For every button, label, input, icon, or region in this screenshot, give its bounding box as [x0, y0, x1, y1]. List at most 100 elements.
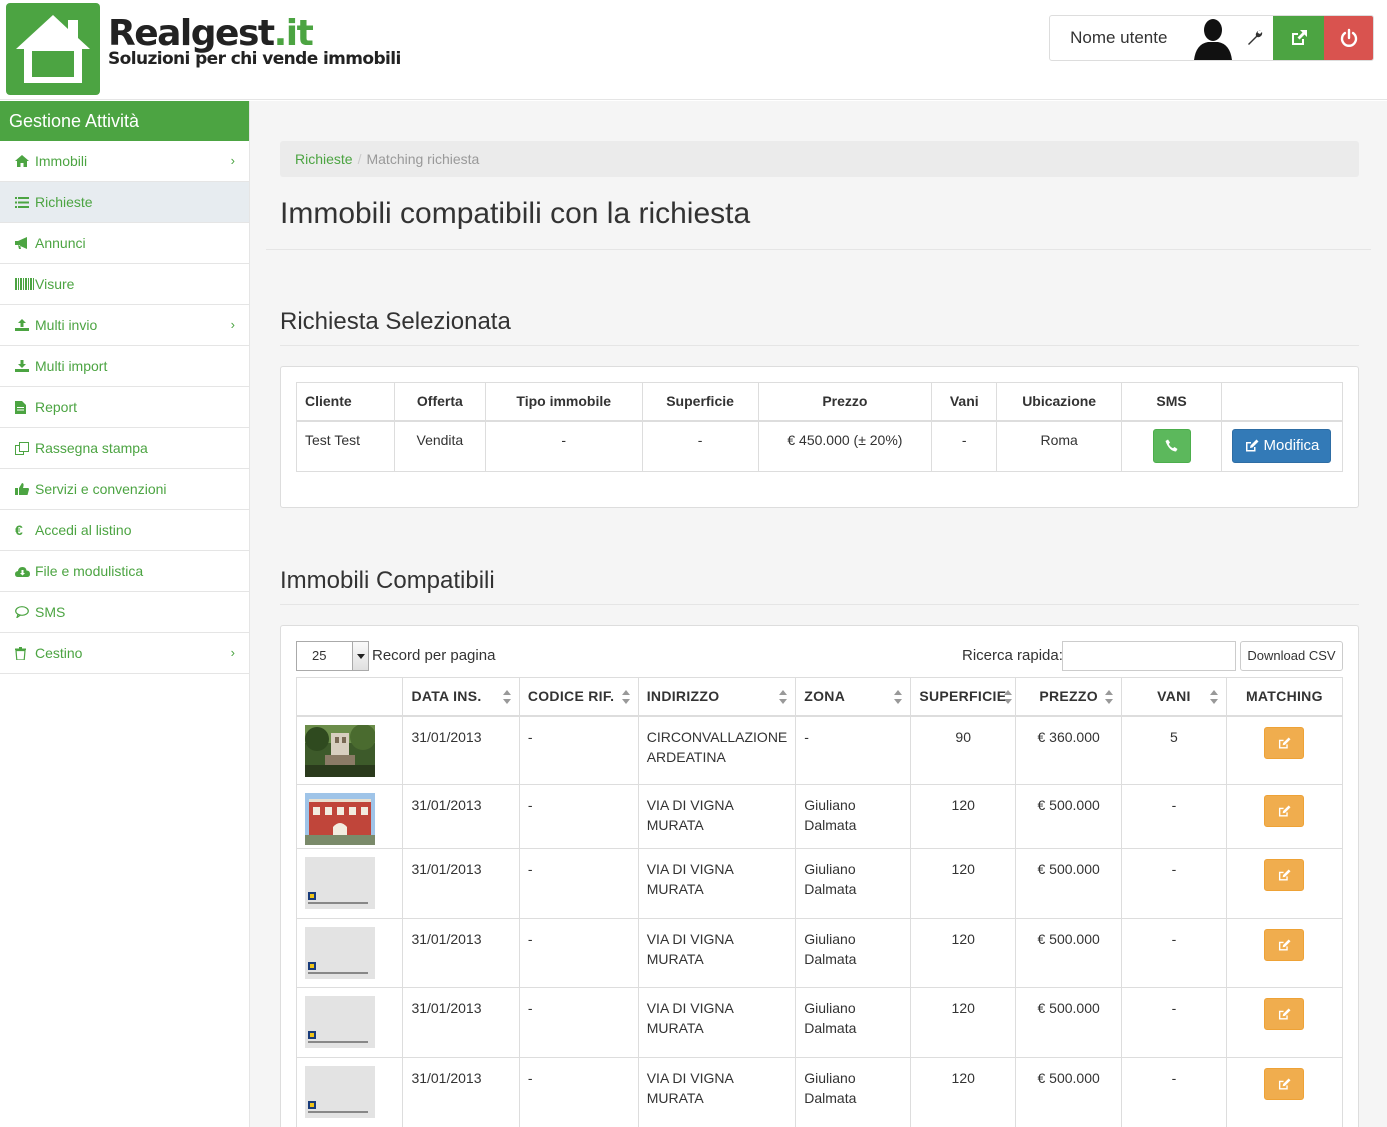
col-codice-rif[interactable]: CODICE RIF.: [518, 677, 639, 717]
sidebar-item-report[interactable]: Report: [0, 387, 249, 428]
cell-superficie: 120: [910, 784, 1017, 849]
table-row[interactable]: 31/01/2013- VIA DI VIGNA MURATA Giuliano D…: [295, 918, 1344, 988]
matching-edit-button[interactable]: [1264, 1068, 1305, 1100]
table-row[interactable]: 31/01/2013- CIRCONVALLAZIONE ARDEATINA -90…: [295, 715, 1344, 785]
property-thumbnail[interactable]: [305, 793, 375, 845]
sidebar-item-file-modulistica[interactable]: File e modulistica: [0, 551, 249, 592]
sidebar-item-servizi[interactable]: Servizi e convenzioni: [0, 469, 249, 510]
sidebar-item-annunci[interactable]: Annunci: [0, 223, 249, 264]
sidebar-item-label: Richieste: [35, 194, 93, 210]
comment-icon: [15, 606, 35, 618]
user-name[interactable]: Nome utente: [1050, 16, 1188, 60]
cloud-download-icon: [15, 566, 35, 577]
compat-table-body: 31/01/2013- CIRCONVALLAZIONE ARDEATINA -90…: [295, 715, 1344, 1127]
modifica-button[interactable]: Modifica: [1232, 428, 1332, 463]
quick-search-label: Ricerca rapida:: [962, 647, 1063, 664]
breadcrumb-link-richieste[interactable]: Richieste: [295, 151, 353, 167]
table-header-row: DATA INS. CODICE RIF. INDIRIZZO ZONA SUP…: [295, 677, 1344, 717]
matching-edit-button[interactable]: [1264, 998, 1305, 1030]
col-prezzo: Prezzo: [757, 382, 933, 422]
sidebar-item-immobili[interactable]: Immobili ›: [0, 141, 249, 182]
sidebar: Gestione Attività Immobili › Richieste A…: [0, 101, 250, 1127]
cell-indirizzo: VIA DI VIGNA MURATA: [637, 987, 797, 1058]
wrench-icon[interactable]: [1237, 16, 1273, 60]
table-header-row: Cliente Offerta Tipo immobile Superficie…: [296, 382, 1344, 422]
sidebar-item-label: Accedi al listino: [35, 522, 132, 538]
col-cliente: Cliente: [296, 382, 395, 422]
cell-vani: -: [1121, 784, 1227, 849]
cell-indirizzo: VIA DI VIGNA MURATA: [637, 848, 797, 919]
edit-icon: [1278, 736, 1291, 749]
cell-prezzo: € 500.000: [1015, 918, 1123, 988]
col-superficie[interactable]: SUPERFICIE: [910, 677, 1017, 717]
edit-icon: [1278, 1008, 1291, 1020]
cell-indirizzo: VIA DI VIGNA MURATA: [637, 1057, 797, 1127]
chevron-right-icon: ›: [230, 153, 235, 168]
sms-phone-button[interactable]: [1152, 428, 1191, 463]
property-thumbnail[interactable]: [305, 724, 375, 777]
col-zona[interactable]: ZONA: [795, 677, 912, 717]
download-csv-button[interactable]: Download CSV: [1240, 641, 1343, 671]
col-offerta: Offerta: [393, 382, 486, 422]
cell-thumbnail: [295, 987, 404, 1058]
property-thumbnail-placeholder[interactable]: [305, 857, 375, 909]
main-content: Richieste / Matching richiesta Immobili co…: [250, 101, 1387, 1127]
matching-edit-button[interactable]: [1264, 929, 1305, 961]
quick-search-input[interactable]: [1062, 641, 1236, 671]
user-box: Nome utente: [1049, 15, 1374, 61]
matching-edit-button[interactable]: [1264, 795, 1305, 827]
col-matching: MATCHING: [1225, 677, 1344, 717]
sidebar-item-multi-invio[interactable]: Multi invio ›: [0, 305, 249, 346]
cell-thumbnail: [295, 784, 404, 849]
cell-zona: Giuliano Dalmata: [795, 1057, 912, 1127]
col-vani[interactable]: VANI: [1121, 677, 1227, 717]
sidebar-item-listino[interactable]: € Accedi al listino: [0, 510, 249, 551]
page-size-value: 25: [312, 648, 327, 663]
edit-icon: [1278, 869, 1291, 881]
sidebar-item-label: SMS: [35, 604, 66, 620]
cell-vani: -: [1121, 987, 1227, 1058]
property-thumbnail-placeholder[interactable]: [305, 996, 375, 1048]
power-off-icon[interactable]: [1324, 16, 1373, 60]
cell-matching: [1225, 848, 1344, 919]
sidebar-item-rassegna-stampa[interactable]: Rassegna stampa: [0, 428, 249, 469]
property-thumbnail-placeholder[interactable]: [305, 927, 375, 979]
sort-icon: [894, 690, 903, 704]
sidebar-item-cestino[interactable]: Cestino ›: [0, 633, 249, 674]
cell-data-ins: 31/01/2013: [402, 1057, 520, 1127]
brand: Realgest.it Soluzioni per chi vende immo…: [108, 14, 401, 70]
matching-edit-button[interactable]: [1264, 726, 1305, 759]
sidebar-title: Gestione Attività: [0, 101, 249, 141]
avatar-icon: [1188, 16, 1238, 60]
external-link-icon[interactable]: [1273, 16, 1325, 60]
breadcrumb: Richieste / Matching richiesta: [280, 141, 1359, 177]
col-prezzo[interactable]: PREZZO: [1015, 677, 1123, 717]
cell-indirizzo: VIA DI VIGNA MURATA: [637, 918, 797, 988]
divider: [280, 604, 1359, 605]
sidebar-item-richieste[interactable]: Richieste: [0, 182, 249, 223]
sidebar-item-visure[interactable]: Visure: [0, 264, 249, 305]
matching-edit-button[interactable]: [1264, 859, 1305, 891]
table-row[interactable]: 31/01/2013- VIA DI VIGNA MURATA Giuliano D…: [295, 848, 1344, 919]
cell-actions: Modifica: [1220, 420, 1344, 472]
cell-codice-rif: -: [518, 784, 639, 849]
table-row[interactable]: 31/01/2013- VIA DI VIGNA MURATA Giuliano D…: [295, 1057, 1344, 1127]
cell-zona: -: [795, 715, 912, 785]
cell-matching: [1225, 715, 1344, 785]
logo-house-icon[interactable]: [6, 3, 100, 95]
divider: [266, 249, 1371, 250]
cell-data-ins: 31/01/2013: [402, 715, 520, 785]
home-icon: [15, 155, 35, 167]
cell-codice-rif: -: [518, 987, 639, 1058]
cell-codice-rif: -: [518, 715, 639, 785]
col-indirizzo[interactable]: INDIRIZZO: [637, 677, 797, 717]
table-row[interactable]: 31/01/2013- VIA DI VIGNA MURATA Giuliano D…: [295, 987, 1344, 1058]
dropdown-arrow-icon[interactable]: [352, 642, 368, 670]
sidebar-item-sms[interactable]: SMS: [0, 592, 249, 633]
page-size-select[interactable]: 25: [296, 641, 369, 671]
sidebar-item-multi-import[interactable]: Multi import: [0, 346, 249, 387]
col-data-ins[interactable]: DATA INS.: [402, 677, 520, 717]
bullhorn-icon: [15, 237, 35, 249]
property-thumbnail-placeholder[interactable]: [305, 1066, 375, 1118]
table-row[interactable]: 31/01/2013- VIA DI VIGNA MURATA Giuliano D…: [295, 784, 1344, 849]
